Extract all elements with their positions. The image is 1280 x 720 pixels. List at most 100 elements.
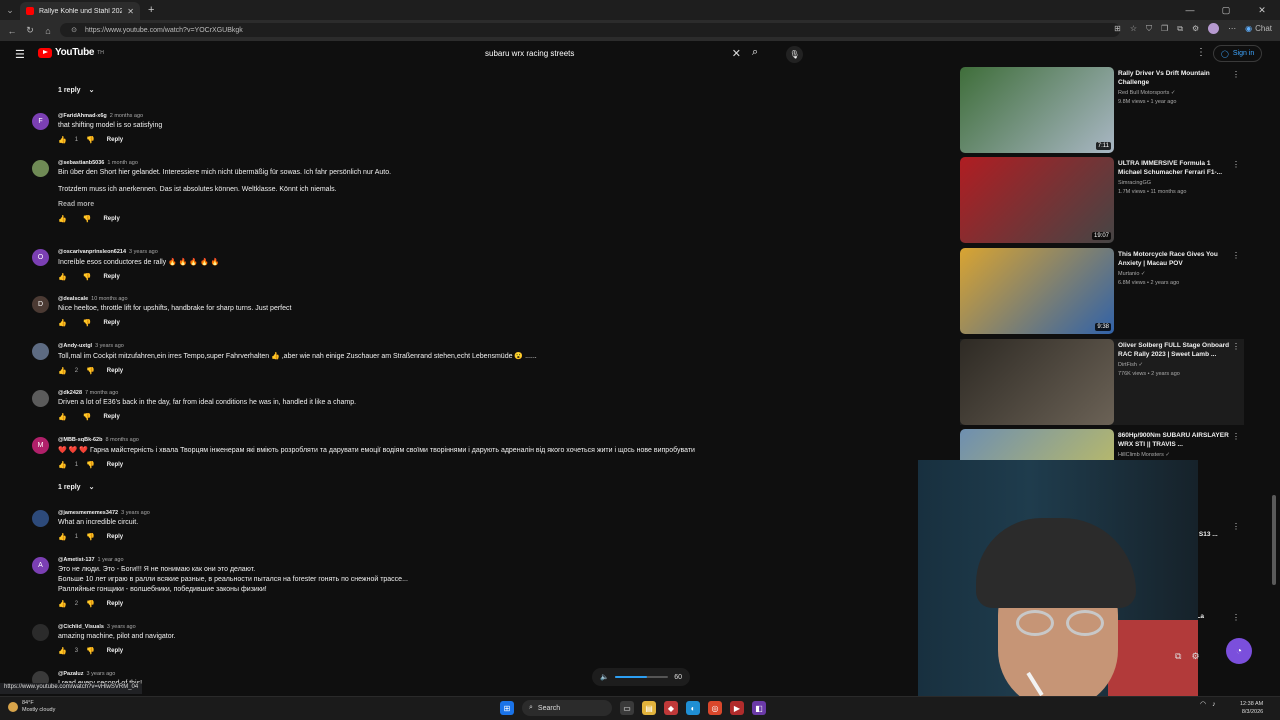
like-thumb-icon[interactable]: 👍 [58,413,67,421]
video-thumbnail[interactable]: 19:07 [960,157,1114,243]
avatar[interactable] [32,390,49,407]
video-menu-dots-icon[interactable]: ⋮ [1232,342,1240,351]
dislike-thumb-icon[interactable]: 👎 [86,647,95,655]
new-tab-plus-icon[interactable]: + [148,4,154,16]
clear-search-icon[interactable]: ✕ [732,47,741,60]
settings-dots-icon[interactable]: ⋮ [1196,47,1206,58]
avatar[interactable]: А [32,557,49,574]
taskbar-search[interactable]: ⌕ Search [522,700,612,716]
dislike-thumb-icon[interactable]: 👎 [86,367,95,375]
recommended-video[interactable]: 9:38 This Motorcycle Race Gives You Anxie… [960,248,1244,334]
comment-time[interactable]: 3 years ago [121,510,150,516]
like-thumb-icon[interactable]: 👍 [58,367,67,375]
like-thumb-icon[interactable]: 👍 [58,215,67,223]
comment-author[interactable]: @dealscale [58,296,88,302]
like-thumb-icon[interactable]: 👍 [58,647,67,655]
video-title[interactable]: ULTRA IMMERSIVE Formula 1 Michael Schuma… [1118,159,1230,177]
task-view-icon[interactable]: ▭ [620,701,634,715]
comment-author[interactable]: @MBB-sqBk-62b [58,437,102,443]
back-arrow-icon[interactable]: ← [6,26,18,36]
favorites-star-icon[interactable]: ☆ [1130,24,1137,33]
maximize-icon[interactable]: ▢ [1208,0,1244,20]
comment-time[interactable]: 8 months ago [105,437,138,443]
comment-author[interactable]: @oscarivanprinsleon6214 [58,249,126,255]
video-menu-dots-icon[interactable]: ⋮ [1232,251,1240,260]
system-clock[interactable]: 12:38 AM 8/3/2026 [1240,700,1263,716]
like-thumb-icon[interactable]: 👍 [58,461,67,469]
file-explorer-icon[interactable]: ▤ [642,701,656,715]
read-more-link[interactable]: Read more [58,201,391,208]
profile-avatar[interactable] [1208,23,1220,34]
reply-button[interactable]: Reply [107,534,123,540]
video-title[interactable]: 860Hp/900Nm SUBARU AIRSLAYER WRX STI || … [1118,431,1230,449]
video-thumbnail[interactable]: 7:11 [960,67,1114,153]
reply-button[interactable]: Reply [107,137,123,143]
volume-slider[interactable] [614,676,669,678]
windows-start-icon[interactable]: ⊞ [500,701,514,715]
player-settings-icon[interactable]: ⚙ [1191,651,1199,662]
reply-button[interactable]: Reply [103,320,119,326]
avatar[interactable]: M [32,437,49,454]
comment-author[interactable]: @Ametist-137 [58,557,95,563]
collections-icon[interactable]: ❐ [1161,24,1168,33]
recommended-video[interactable]: 19:07 ULTRA IMMERSIVE Formula 1 Michael S… [960,157,1244,243]
search-icon[interactable]: ⌕ [752,46,758,59]
scrollbar-thumb[interactable] [1272,495,1276,585]
dislike-thumb-icon[interactable]: 👎 [86,533,95,541]
video-title[interactable]: This Motorcycle Race Gives You Anxiety |… [1118,250,1230,268]
like-thumb-icon[interactable]: 👍 [58,319,67,327]
video-title[interactable]: Rally Driver Vs Drift Mountain Challenge [1118,69,1230,87]
minimize-icon[interactable]: — [1172,0,1208,20]
copilot-chat-button[interactable]: ◉ Chat [1245,24,1272,33]
video-menu-dots-icon[interactable]: ⋮ [1232,160,1240,169]
avatar[interactable] [32,343,49,360]
reply-button[interactable]: Reply [107,368,123,374]
comment-author[interactable]: @Andy-uxtgl [58,343,92,349]
close-tab-icon[interactable]: ✕ [127,7,134,16]
reply-button[interactable]: Reply [107,648,123,654]
comment-time[interactable]: 3 years ago [107,624,136,630]
reply-button[interactable]: Reply [107,462,123,468]
tab-list-chevron-icon[interactable]: ⌄ [0,0,20,20]
wifi-icon[interactable]: ◠ [1200,700,1206,708]
dislike-thumb-icon[interactable]: 👎 [83,215,92,223]
app-icon[interactable]: ◆ [664,701,678,715]
dislike-thumb-icon[interactable]: 👎 [86,461,95,469]
extensions-icon[interactable]: ⊞ [1114,24,1121,33]
picture-in-picture-icon[interactable]: ⧉ [1175,651,1181,662]
reply-button[interactable]: Reply [107,601,123,607]
settings-gear-icon[interactable]: ⚙ [1192,24,1199,33]
channel-name[interactable]: DirtFish ✓ [1118,362,1230,368]
video-thumbnail[interactable] [960,339,1114,425]
comment-time[interactable]: 7 months ago [85,390,118,396]
recommended-video[interactable]: Oliver Solberg FULL Stage Onboard RAC Ra… [960,339,1244,425]
channel-name[interactable]: Murtanio ✓ [1118,271,1230,277]
assistant-fab-button[interactable]: ◔ [1226,638,1252,664]
video-title[interactable]: Oliver Solberg FULL Stage Onboard RAC Ra… [1118,341,1230,359]
close-window-icon[interactable]: ✕ [1244,0,1280,20]
chrome-browser-icon[interactable]: ◎ [708,701,722,715]
shield-icon[interactable]: ⛉ [1146,24,1152,34]
comment-author[interactable]: @sebastianb5036 [58,160,104,166]
edge-browser-icon[interactable]: ◐ [686,701,700,715]
comment-author[interactable]: @FaridAhmad-x6g [58,113,107,119]
avatar[interactable] [32,624,49,641]
comment-time[interactable]: 3 years ago [87,671,116,677]
channel-name[interactable]: SimracingGG [1118,180,1230,186]
twitch-icon[interactable]: ◧ [752,701,766,715]
avatar[interactable]: D [32,296,49,313]
dislike-thumb-icon[interactable]: 👎 [83,319,92,327]
page-scrollbar[interactable] [1271,67,1277,687]
like-thumb-icon[interactable]: 👍 [58,136,67,144]
avatar[interactable] [32,510,49,527]
dislike-thumb-icon[interactable]: 👎 [83,273,92,281]
channel-name[interactable]: Red Bull Motorsports ✓ [1118,90,1230,96]
video-menu-dots-icon[interactable]: ⋮ [1232,522,1240,531]
reply-button[interactable]: Reply [103,414,119,420]
replies-toggle[interactable]: 1 reply ⌄ [58,86,94,95]
comment-author[interactable]: @jamesmememes3472 [58,510,118,516]
youtube-logo[interactable]: YouTube TH [38,47,104,58]
home-icon[interactable]: ⌂ [42,26,54,36]
media-app-icon[interactable]: ▶ [730,701,744,715]
video-menu-dots-icon[interactable]: ⋮ [1232,613,1240,622]
